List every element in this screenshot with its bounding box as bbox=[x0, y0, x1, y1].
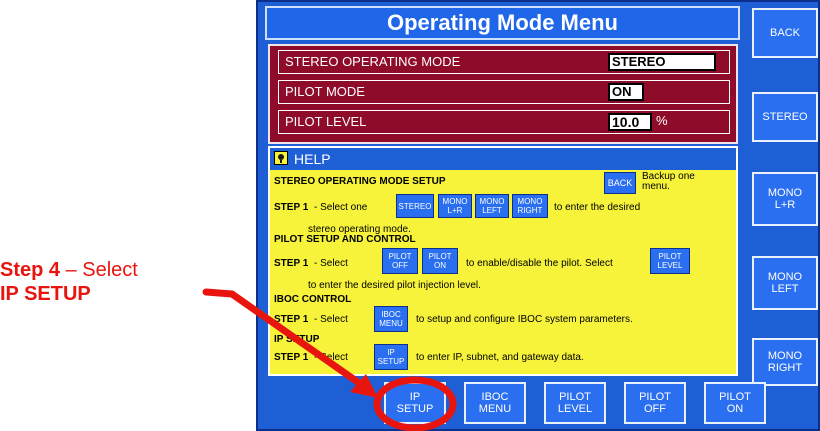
ip-setup-heading: IP SETUP bbox=[274, 334, 320, 345]
page-title: Operating Mode Menu bbox=[265, 6, 740, 40]
ip-step1-text: - Select bbox=[314, 352, 348, 363]
pilot-mode-row: PILOT MODE bbox=[278, 80, 730, 104]
step-action: – Select bbox=[60, 259, 138, 281]
mono-right-button[interactable]: MONO RIGHT bbox=[752, 338, 818, 386]
back-button-label: BACK bbox=[770, 27, 800, 39]
pilot-step1-label: STEP 1 bbox=[274, 258, 309, 269]
iboc-step1-text: - Select bbox=[314, 314, 348, 325]
stereo-button[interactable]: STEREO bbox=[752, 92, 818, 142]
help-pilot-off-button[interactable]: PILOT OFF bbox=[382, 248, 418, 274]
stereo-step1-label: STEP 1 bbox=[274, 202, 309, 213]
help-back-button[interactable]: BACK bbox=[604, 172, 636, 194]
pilot-step1-tail: to enable/disable the pilot. Select bbox=[466, 258, 613, 269]
pilot-level-unit: % bbox=[656, 113, 668, 128]
pilot-mode-label: PILOT MODE bbox=[285, 84, 365, 99]
help-title: HELP bbox=[294, 151, 331, 167]
pilot-on-button[interactable]: PILOT ON bbox=[704, 382, 766, 424]
mono-left-button[interactable]: MONO LEFT bbox=[752, 256, 818, 310]
step-target: IP SETUP bbox=[0, 283, 91, 305]
pilot-setup-heading: PILOT SETUP AND CONTROL bbox=[274, 234, 416, 245]
stereo-step1-text: - Select one bbox=[314, 202, 368, 213]
iboc-menu-button[interactable]: IBOC MENU bbox=[464, 382, 526, 424]
pilot-off-button[interactable]: PILOT OFF bbox=[624, 382, 686, 424]
pilot-level-value[interactable]: 10.0 bbox=[608, 113, 652, 131]
back-button[interactable]: BACK bbox=[752, 8, 818, 58]
help-pilot-level-button[interactable]: PILOT LEVEL bbox=[650, 248, 690, 274]
stereo-mode-value[interactable]: STEREO bbox=[608, 53, 716, 71]
help-stereo-button[interactable]: STEREO bbox=[396, 194, 434, 218]
help-iboc-menu-button[interactable]: IBOC MENU bbox=[374, 306, 408, 332]
iboc-step1-tail: to setup and configure IBOC system param… bbox=[416, 314, 633, 325]
help-pilot-on-button[interactable]: PILOT ON bbox=[422, 248, 458, 274]
ip-step1-label: STEP 1 bbox=[274, 352, 309, 363]
pilot-step1-tail2: to enter the desired pilot injection lev… bbox=[308, 280, 481, 291]
stereo-step1-tail: to enter the desired bbox=[554, 202, 641, 213]
step-number: Step 4 bbox=[0, 259, 61, 281]
stereo-setup-heading: STEREO OPERATING MODE SETUP bbox=[274, 176, 446, 187]
stereo-mode-label: STEREO OPERATING MODE bbox=[285, 54, 461, 69]
mono-left-button-label: MONO LEFT bbox=[767, 271, 803, 295]
stereo-button-label: STEREO bbox=[762, 111, 808, 123]
help-ip-setup-button[interactable]: IP SETUP bbox=[374, 344, 408, 370]
help-back-text: Backup one menu. bbox=[642, 171, 695, 192]
lightbulb-icon bbox=[274, 151, 288, 165]
help-mono-left-button[interactable]: MONO LEFT bbox=[475, 194, 509, 218]
help-mono-right-button[interactable]: MONO RIGHT bbox=[512, 194, 548, 218]
pilot-mode-value[interactable]: ON bbox=[608, 83, 644, 101]
mono-right-button-label: MONO RIGHT bbox=[767, 350, 803, 374]
pilot-level-button[interactable]: PILOT LEVEL bbox=[544, 382, 606, 424]
ip-step1-tail: to enter IP, subnet, and gateway data. bbox=[416, 352, 584, 363]
help-panel: HELP STEREO OPERATING MODE SETUP BACK Ba… bbox=[268, 146, 738, 376]
pilot-level-label: PILOT LEVEL bbox=[285, 114, 367, 129]
iboc-control-heading: IBOC CONTROL bbox=[274, 294, 352, 305]
help-mono-lr-button[interactable]: MONO L+R bbox=[438, 194, 472, 218]
iboc-step1-label: STEP 1 bbox=[274, 314, 309, 325]
step-instruction: Step 4 – Select IP SETUP bbox=[0, 258, 220, 306]
settings-panel: STEREO OPERATING MODE STEREO PILOT MODE … bbox=[268, 44, 738, 144]
mono-lr-button[interactable]: MONO L+R bbox=[752, 172, 818, 226]
pilot-step1-text: - Select bbox=[314, 258, 348, 269]
ip-setup-button[interactable]: IP SETUP bbox=[384, 382, 446, 424]
mono-lr-button-label: MONO L+R bbox=[767, 187, 803, 211]
help-header: HELP bbox=[270, 148, 736, 170]
